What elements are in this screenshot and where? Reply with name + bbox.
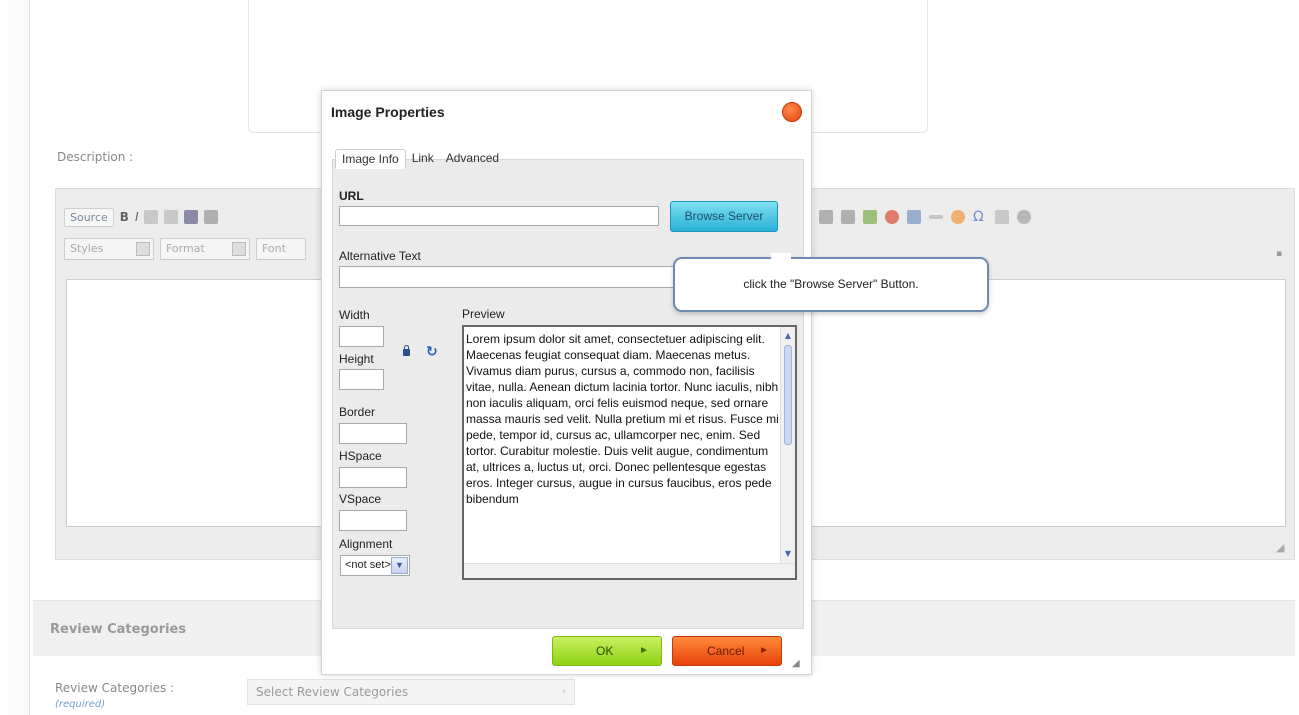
tab-advanced[interactable]: Advanced — [440, 149, 505, 169]
review-select-placeholder: Select Review Categories — [256, 685, 409, 699]
align-justify-icon[interactable] — [819, 210, 833, 224]
arrow-right-icon: ► — [639, 645, 649, 656]
tab-image-info[interactable]: Image Info — [335, 149, 406, 169]
unordered-list-icon[interactable] — [164, 210, 179, 224]
dialog-tabs: Image Info Link Advanced — [335, 149, 505, 169]
hspace-input[interactable] — [339, 467, 407, 488]
image-icon[interactable] — [863, 210, 877, 224]
ok-button[interactable]: OK ► — [552, 636, 662, 666]
left-sidebar-strip — [8, 0, 30, 715]
lock-ratio-icon[interactable] — [403, 345, 410, 356]
align-block-icon[interactable] — [841, 210, 855, 224]
chevron-down-icon — [232, 242, 246, 256]
required-hint: (required) — [55, 699, 106, 710]
smiley-icon[interactable] — [951, 210, 965, 224]
print-icon[interactable] — [184, 210, 199, 224]
browse-server-button[interactable]: Browse Server — [670, 201, 778, 232]
height-label: Height — [339, 352, 374, 366]
styles-combo[interactable]: Styles — [64, 238, 154, 260]
url-label: URL — [339, 189, 364, 203]
dialog-title: Image Properties — [331, 104, 445, 120]
flash-icon[interactable] — [885, 210, 899, 224]
image-preview: Lorem ipsum dolor sit amet, consectetuer… — [462, 325, 797, 580]
alt-text-input[interactable] — [339, 266, 679, 288]
vspace-input[interactable] — [339, 510, 407, 531]
hspace-label: HSpace — [339, 449, 382, 463]
special-char-icon[interactable]: Ω — [973, 210, 987, 224]
review-categories-select[interactable]: Select Review Categories › — [247, 679, 575, 705]
image-properties-dialog: Image Properties Image Info Link Advance… — [321, 90, 812, 675]
arrow-right-icon: ► — [759, 645, 769, 656]
format-combo-label: Format — [166, 242, 205, 255]
close-icon[interactable] — [782, 102, 802, 122]
ok-button-label: OK — [596, 644, 614, 658]
tab-link[interactable]: Link — [406, 149, 440, 169]
scroll-thumb[interactable] — [784, 345, 792, 445]
cancel-button[interactable]: Cancel ► — [672, 636, 782, 666]
review-categories-label: Review Categories : — [55, 681, 175, 695]
width-input[interactable] — [339, 326, 384, 347]
alt-text-label: Alternative Text — [339, 249, 421, 263]
chevron-right-icon: › — [562, 686, 566, 697]
review-section-title: Review Categories — [50, 622, 187, 637]
preview-horizontal-scrollbar[interactable] — [464, 563, 795, 578]
preview-label: Preview — [462, 307, 505, 321]
cancel-button-label: Cancel — [707, 644, 745, 658]
horizontal-rule-icon[interactable] — [929, 215, 943, 219]
about-icon[interactable] — [1017, 210, 1031, 224]
alignment-value: <not set> — [345, 559, 391, 571]
format-combo[interactable]: Format — [160, 238, 250, 260]
font-combo-label: Font — [262, 242, 286, 255]
resize-handle-icon[interactable]: ◢ — [792, 658, 804, 670]
reset-size-icon[interactable]: ↻ — [426, 344, 438, 360]
alignment-label: Alignment — [339, 537, 393, 551]
ordered-list-icon[interactable] — [144, 210, 159, 224]
bold-button[interactable]: B — [120, 210, 129, 224]
spellcheck-icon[interactable] — [204, 210, 219, 224]
font-combo[interactable]: Font — [256, 238, 306, 260]
chevron-down-icon — [136, 242, 150, 256]
height-input[interactable] — [339, 369, 384, 390]
callout-text: click the "Browse Server" Button. — [743, 277, 919, 291]
italic-button[interactable]: I — [135, 210, 139, 224]
page-break-icon[interactable] — [995, 210, 1009, 224]
toolbar-row-2: Styles Format Font — [64, 237, 306, 261]
preview-text: Lorem ipsum dolor sit amet, consectetuer… — [466, 332, 779, 506]
callout-pointer-joint — [771, 253, 791, 261]
border-label: Border — [339, 405, 376, 419]
source-button[interactable]: Source — [64, 207, 114, 227]
width-label: Width — [339, 308, 370, 322]
scroll-down-icon[interactable]: ▼ — [782, 548, 794, 560]
table-icon[interactable] — [907, 210, 921, 224]
vspace-label: VSpace — [339, 492, 382, 506]
border-input[interactable] — [339, 423, 407, 444]
chevron-down-icon: ▼ — [391, 557, 408, 574]
alignment-select[interactable]: <not set> ▼ — [340, 555, 410, 576]
preview-vertical-scrollbar[interactable]: ▲ ▼ — [780, 327, 795, 563]
url-input[interactable] — [339, 206, 659, 226]
editor-scroll-icon[interactable]: ▪ — [1276, 249, 1286, 265]
scroll-up-icon[interactable]: ▲ — [782, 330, 794, 342]
toolbar-right-group: Ω — [819, 205, 1031, 229]
description-label: Description : — [57, 150, 134, 164]
toolbar-row-1: Source B I — [64, 205, 219, 229]
instruction-callout: click the "Browse Server" Button. — [673, 257, 989, 312]
styles-combo-label: Styles — [70, 242, 104, 255]
resize-handle-icon[interactable]: ◢ — [1276, 541, 1288, 554]
